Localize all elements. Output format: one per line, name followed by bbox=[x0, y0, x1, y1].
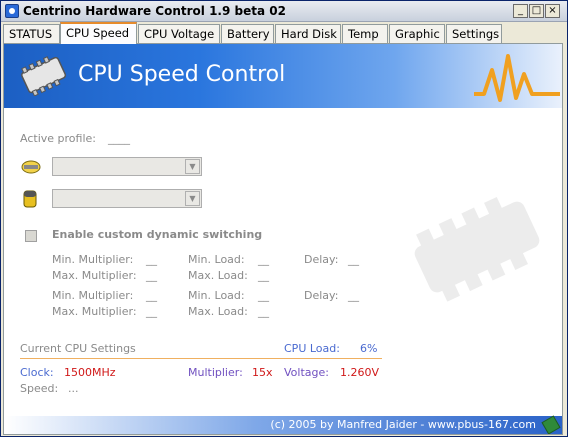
chevron-down-icon[interactable]: ▼ bbox=[185, 159, 200, 174]
voltage-value: 1.260V bbox=[340, 366, 380, 379]
footer-credit[interactable]: (c) 2005 by Manfred Jaider - www.pbus-16… bbox=[270, 418, 536, 431]
main-window: Centrino Hardware Control 1.9 beta 02 _ … bbox=[0, 0, 568, 437]
maximize-icon[interactable]: □ bbox=[529, 4, 544, 18]
tab-status[interactable]: STATUS bbox=[3, 24, 60, 43]
max-load-value: __ bbox=[258, 305, 269, 318]
speed-label: Speed: bbox=[20, 382, 59, 395]
tab-temp[interactable]: Temp bbox=[342, 24, 388, 43]
min-multiplier-value: __ bbox=[146, 253, 157, 266]
pulse-graphic bbox=[474, 54, 560, 102]
multiplier-label: Multiplier: bbox=[188, 366, 243, 379]
tab-settings[interactable]: Settings bbox=[446, 24, 502, 43]
min-load-label: Min. Load: bbox=[188, 253, 245, 266]
voltage-label: Voltage: bbox=[284, 366, 329, 379]
clock-label: Clock: bbox=[20, 366, 54, 379]
window-title: Centrino Hardware Control 1.9 beta 02 bbox=[23, 4, 286, 18]
max-load-label: Max. Load: bbox=[188, 305, 248, 318]
minimize-icon[interactable]: _ bbox=[513, 4, 528, 18]
min-load-value: __ bbox=[258, 289, 269, 302]
battery-icon bbox=[23, 190, 37, 208]
active-profile-value: ____ bbox=[108, 132, 130, 145]
max-load-value: __ bbox=[258, 269, 269, 282]
delay-label: Delay: bbox=[304, 289, 339, 302]
section-divider bbox=[20, 358, 382, 359]
max-multiplier-value: __ bbox=[146, 269, 157, 282]
tab-battery[interactable]: Battery bbox=[221, 24, 274, 43]
close-icon[interactable]: × bbox=[545, 4, 560, 18]
tab-bar: STATUS CPU Speed CPU Voltage Battery Har… bbox=[3, 22, 565, 44]
ac-plug-icon bbox=[21, 160, 41, 174]
max-multiplier-label: Max. Multiplier: bbox=[52, 269, 137, 282]
max-multiplier-value: __ bbox=[146, 305, 157, 318]
min-multiplier-label: Min. Multiplier: bbox=[52, 253, 134, 266]
custom-switching-label: Enable custom dynamic switching bbox=[52, 228, 263, 241]
tab-hard-disk[interactable]: Hard Disk bbox=[275, 24, 341, 43]
chip-watermark-icon bbox=[414, 196, 540, 302]
delay-label: Delay: bbox=[304, 253, 339, 266]
clock-value: 1500MHz bbox=[64, 366, 116, 379]
chevron-down-icon[interactable]: ▼ bbox=[185, 191, 200, 206]
min-multiplier-label: Min. Multiplier: bbox=[52, 289, 134, 302]
active-profile-label: Active profile: bbox=[20, 132, 96, 145]
banner: CPU Speed Control bbox=[4, 44, 562, 108]
custom-switching-checkbox[interactable] bbox=[25, 230, 37, 242]
ac-profile-combo[interactable]: ▼ bbox=[52, 157, 202, 176]
app-icon bbox=[5, 4, 19, 18]
cpu-load-value: 6% bbox=[360, 342, 378, 355]
speed-value: ... bbox=[68, 382, 79, 395]
delay-value: __ bbox=[348, 289, 359, 302]
max-multiplier-label: Max. Multiplier: bbox=[52, 305, 137, 318]
footer-bar: (c) 2005 by Manfred Jaider - www.pbus-16… bbox=[4, 415, 562, 434]
cpu-chip-icon bbox=[21, 56, 67, 96]
title-bar[interactable]: Centrino Hardware Control 1.9 beta 02 _ … bbox=[1, 1, 567, 22]
cpu-load-label: CPU Load: bbox=[284, 342, 340, 355]
battery-profile-combo[interactable]: ▼ bbox=[52, 189, 202, 208]
tab-cpu-voltage[interactable]: CPU Voltage bbox=[138, 24, 220, 43]
max-load-label: Max. Load: bbox=[188, 269, 248, 282]
min-load-label: Min. Load: bbox=[188, 289, 245, 302]
tab-graphic[interactable]: Graphic bbox=[389, 24, 445, 43]
chip-small-icon bbox=[541, 415, 561, 434]
banner-title: CPU Speed Control bbox=[78, 62, 286, 87]
multiplier-value: 15x bbox=[252, 366, 273, 379]
tab-cpu-speed[interactable]: CPU Speed bbox=[60, 22, 137, 44]
min-load-value: __ bbox=[258, 253, 269, 266]
current-settings-label: Current CPU Settings bbox=[20, 342, 136, 355]
min-multiplier-value: __ bbox=[146, 289, 157, 302]
delay-value: __ bbox=[348, 253, 359, 266]
cpu-speed-panel: CPU Speed Control Active profile: ____ ▼… bbox=[3, 43, 563, 435]
